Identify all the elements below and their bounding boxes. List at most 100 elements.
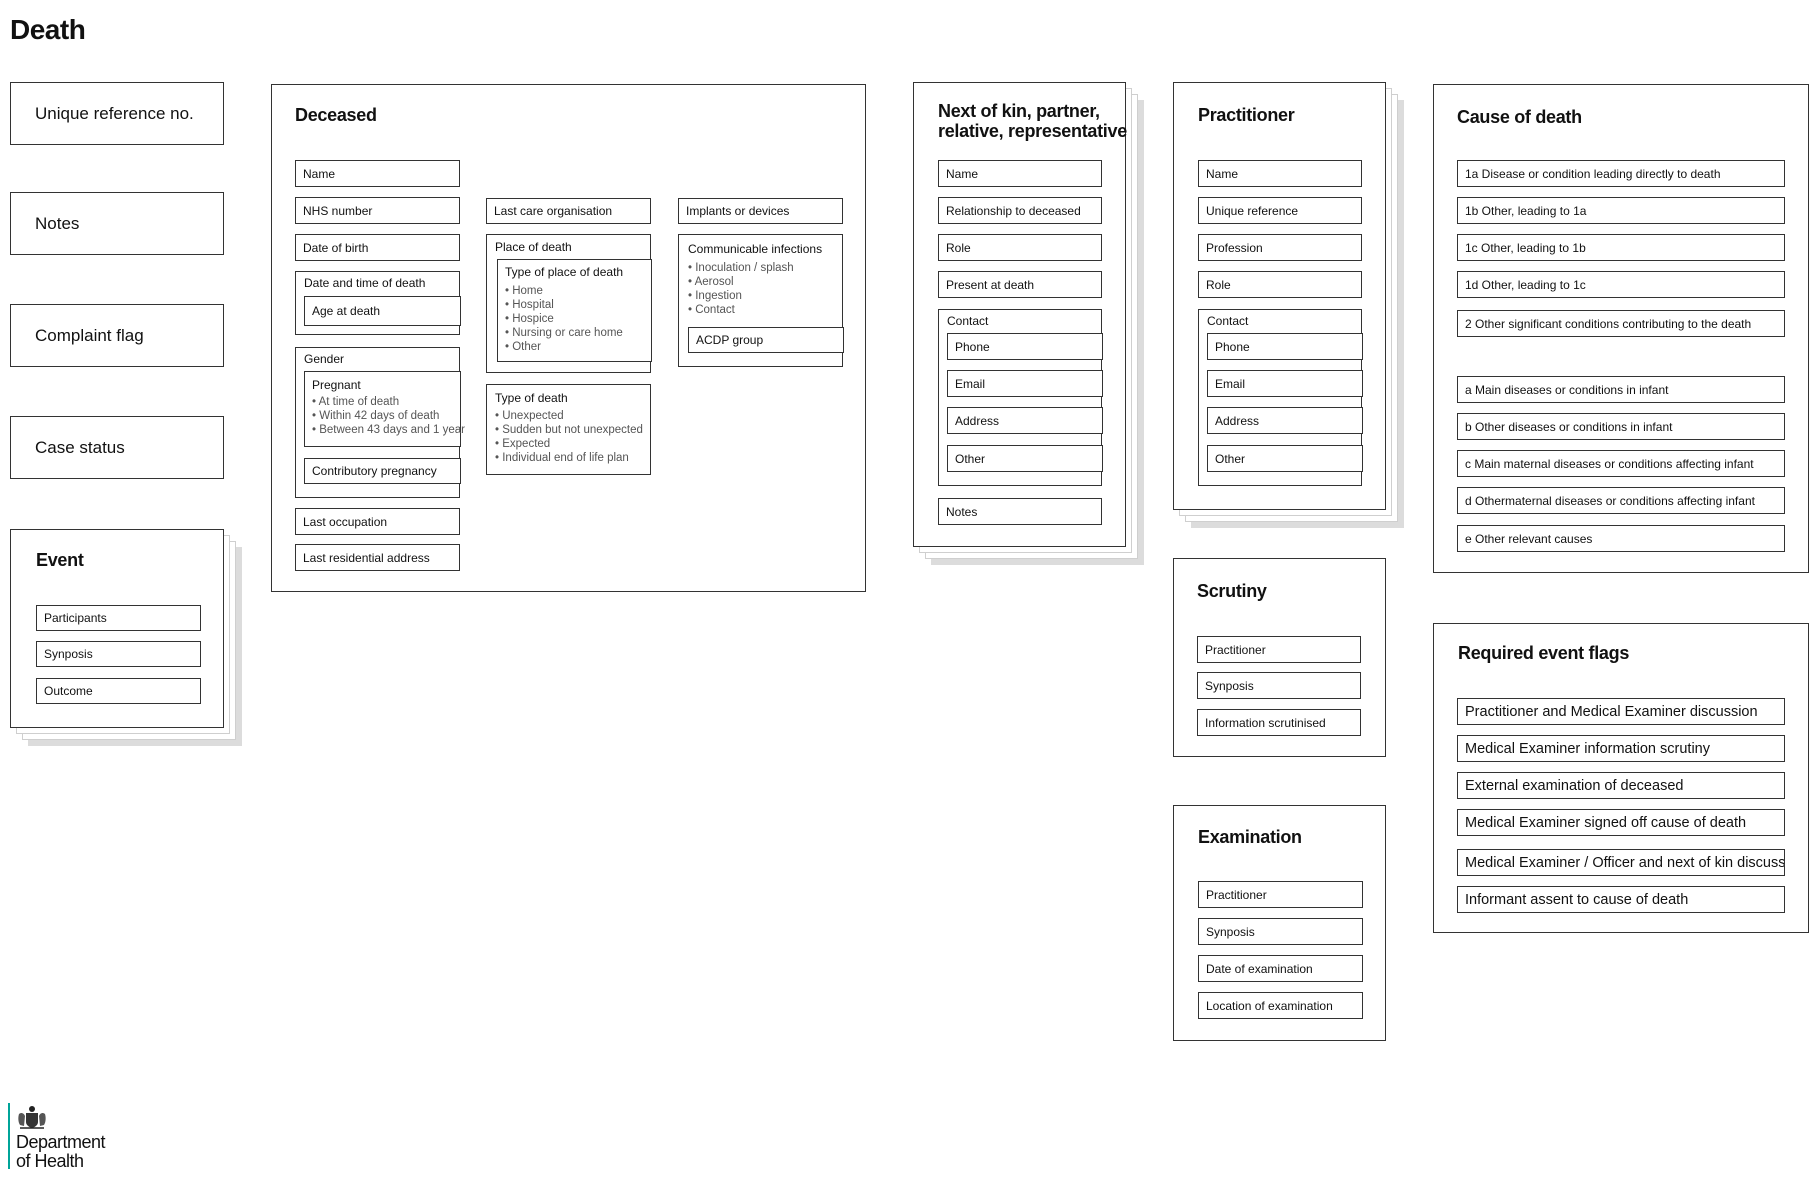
practitioner-panel: Practitioner Name Unique reference Professi… bbox=[1173, 82, 1386, 510]
scrutiny-panel: Scrutiny Practitioner Synposis Information … bbox=[1173, 558, 1386, 757]
event-field[interactable]: Participants bbox=[36, 605, 201, 631]
gender-group[interactable]: Gender Pregnant At time of deathWithin 42 … bbox=[295, 347, 465, 498]
logo-text-line2: of Health bbox=[16, 1151, 84, 1171]
cause-of-death-field[interactable]: d Othermaternal diseases or conditions a… bbox=[1457, 487, 1785, 514]
date-time-of-death-group[interactable]: Date and time of death Age at death bbox=[295, 271, 461, 335]
next_of_kin-field[interactable]: Role bbox=[938, 234, 1102, 261]
date-of-birth-field[interactable]: Date of birth bbox=[295, 234, 460, 261]
scrutiny-field[interactable]: Information scrutinised bbox=[1197, 709, 1361, 736]
infection-option: Inoculation / splash bbox=[688, 261, 838, 275]
required-event-flag-field[interactable]: Medical Examiner information scrutiny bbox=[1457, 735, 1785, 762]
age-at-death-field[interactable]: Age at death bbox=[304, 296, 461, 326]
type-of-place-of-death-group[interactable]: Type of place of death HomeHospitalHospic… bbox=[497, 259, 652, 362]
practitioner-field[interactable]: Role bbox=[1198, 271, 1362, 298]
practitioner-contact-group[interactable]: Contact Phone Email Address Other bbox=[1198, 309, 1363, 486]
next_of_kin-field[interactable]: Present at death bbox=[938, 271, 1102, 298]
last-residential-address-field[interactable]: Last residential address bbox=[295, 544, 460, 571]
communicable-infections-group[interactable]: Communicable infections Inoculation / spl… bbox=[678, 234, 844, 367]
gender-label: Gender bbox=[304, 352, 345, 366]
field-unique-reference[interactable]: Unique reference no. bbox=[10, 82, 224, 145]
practitioner-title: Practitioner bbox=[1198, 105, 1295, 125]
examination-field[interactable]: Synposis bbox=[1198, 918, 1363, 945]
field-notes[interactable]: Notes bbox=[10, 192, 224, 255]
place-of-death-group[interactable]: Place of death Type of place of death Home… bbox=[486, 234, 652, 373]
place-of-death-option: Nursing or care home bbox=[505, 326, 645, 340]
practitioner-field[interactable]: Unique reference bbox=[1198, 197, 1362, 224]
acdp-group-field[interactable]: ACDP group bbox=[688, 327, 844, 353]
type-of-death-group[interactable]: Type of death UnexpectedSudden but not un… bbox=[486, 384, 651, 475]
cause-of-death-field[interactable]: c Main maternal diseases or conditions a… bbox=[1457, 450, 1785, 477]
pregnant-option: Within 42 days of death bbox=[312, 409, 457, 423]
contributory-pregnancy-field[interactable]: Contributory pregnancy bbox=[304, 458, 461, 484]
next_of_kin-field[interactable]: Relationship to deceased bbox=[938, 197, 1102, 224]
scrutiny-field[interactable]: Practitioner bbox=[1197, 636, 1361, 663]
next_of_kin-contact-label: Contact bbox=[947, 314, 989, 328]
next_of_kin-contact-group[interactable]: Contact Phone Email Address Other bbox=[938, 309, 1103, 486]
next_of_kin-contact-field[interactable]: Email bbox=[947, 370, 1103, 397]
deceased-title: Deceased bbox=[295, 105, 377, 125]
required-event-flag-field[interactable]: Informant assent to cause of death bbox=[1457, 886, 1785, 913]
examination-field[interactable]: Date of examination bbox=[1198, 955, 1363, 982]
field-case-status[interactable]: Case status bbox=[10, 416, 224, 479]
place-of-death-option: Hospice bbox=[505, 312, 645, 326]
next_of_kin-contact-field[interactable]: Other bbox=[947, 445, 1103, 472]
type-of-death-option: Unexpected bbox=[495, 409, 650, 423]
cause-of-death-field[interactable]: 2 Other significant conditions contribut… bbox=[1457, 310, 1785, 337]
royal-coat-of-arms-icon bbox=[16, 1104, 48, 1130]
scrutiny-title: Scrutiny bbox=[1197, 581, 1267, 601]
pregnant-label: Pregnant bbox=[312, 378, 361, 392]
last-occupation-field[interactable]: Last occupation bbox=[295, 508, 460, 535]
logo-text-line1: Department bbox=[16, 1132, 106, 1152]
event-panel: Event Participants Synposis Outcome bbox=[10, 529, 224, 728]
scrutiny-field[interactable]: Synposis bbox=[1197, 672, 1361, 699]
type-of-place-label: Type of place of death bbox=[505, 265, 624, 279]
last-care-organisation-field[interactable]: Last care organisation bbox=[486, 198, 651, 224]
examination-field[interactable]: Practitioner bbox=[1198, 881, 1363, 908]
cause-of-death-field[interactable]: 1a Disease or condition leading directly… bbox=[1457, 160, 1785, 187]
practitioner-contact-field[interactable]: Address bbox=[1207, 407, 1363, 434]
practitioner-field[interactable]: Name bbox=[1198, 160, 1362, 187]
nhs-number-field[interactable]: NHS number bbox=[295, 197, 460, 224]
practitioner-contact-field[interactable]: Email bbox=[1207, 370, 1363, 397]
practitioner-field[interactable]: Profession bbox=[1198, 234, 1362, 261]
implants-or-devices-field[interactable]: Implants or devices bbox=[678, 198, 843, 224]
cause-of-death-field[interactable]: 1c Other, leading to 1b bbox=[1457, 234, 1785, 261]
type-of-death-option: Sudden but not unexpected bbox=[495, 423, 650, 437]
cause-of-death-field[interactable]: 1b Other, leading to 1a bbox=[1457, 197, 1785, 224]
required-event-flag-field[interactable]: Practitioner and Medical Examiner discus… bbox=[1457, 698, 1785, 725]
cause-of-death-title: Cause of death bbox=[1457, 107, 1582, 127]
pregnant-group[interactable]: Pregnant At time of deathWithin 42 days o… bbox=[304, 371, 465, 447]
cause-of-death-field[interactable]: 1d Other, leading to 1c bbox=[1457, 271, 1785, 298]
place-of-death-option: Hospital bbox=[505, 298, 645, 312]
place-of-death-option: Home bbox=[505, 284, 645, 298]
next_of_kin-contact-field[interactable]: Phone bbox=[947, 333, 1103, 360]
event-field[interactable]: Outcome bbox=[36, 678, 201, 704]
cause-of-death-field[interactable]: b Other diseases or conditions in infant bbox=[1457, 413, 1785, 440]
event-field[interactable]: Synposis bbox=[36, 641, 201, 667]
logo-accent-line bbox=[8, 1103, 10, 1169]
next_of_kin-contact-field[interactable]: Address bbox=[947, 407, 1103, 434]
next_of_kin-panel: Next of kin, partner, relative, represent… bbox=[913, 82, 1127, 547]
event-title: Event bbox=[36, 550, 84, 570]
pregnant-option: At time of death bbox=[312, 395, 457, 409]
examination-field[interactable]: Location of examination bbox=[1198, 992, 1363, 1019]
practitioner-contact-label: Contact bbox=[1207, 314, 1249, 328]
next-of-kin-notes-field[interactable]: Notes bbox=[938, 498, 1102, 525]
next_of_kin-field[interactable]: Name bbox=[938, 160, 1102, 187]
cause-of-death-field[interactable]: e Other relevant causes bbox=[1457, 525, 1785, 552]
type-of-death-label: Type of death bbox=[495, 391, 568, 405]
practitioner-contact-field[interactable]: Phone bbox=[1207, 333, 1363, 360]
infection-option: Aerosol bbox=[688, 275, 838, 289]
required-event-flag-field[interactable]: External examination of deceased bbox=[1457, 772, 1785, 799]
infection-option: Contact bbox=[688, 303, 838, 317]
required-event-flag-field[interactable]: Medical Examiner / Officer and next of k… bbox=[1457, 849, 1785, 876]
examination-title: Examination bbox=[1198, 827, 1302, 847]
next_of_kin-title: Next of kin, partner, bbox=[938, 101, 1100, 121]
required-event-flag-field[interactable]: Medical Examiner signed off cause of dea… bbox=[1457, 809, 1785, 836]
practitioner-contact-field[interactable]: Other bbox=[1207, 445, 1363, 472]
field-complaint-flag[interactable]: Complaint flag bbox=[10, 304, 224, 367]
required-event-flags-title: Required event flags bbox=[1458, 643, 1630, 663]
cause-of-death-panel: Cause of death 1a Disease or condition le… bbox=[1433, 84, 1809, 573]
deceased-name-field[interactable]: Name bbox=[295, 160, 460, 187]
cause-of-death-field[interactable]: a Main diseases or conditions in infant bbox=[1457, 376, 1785, 403]
